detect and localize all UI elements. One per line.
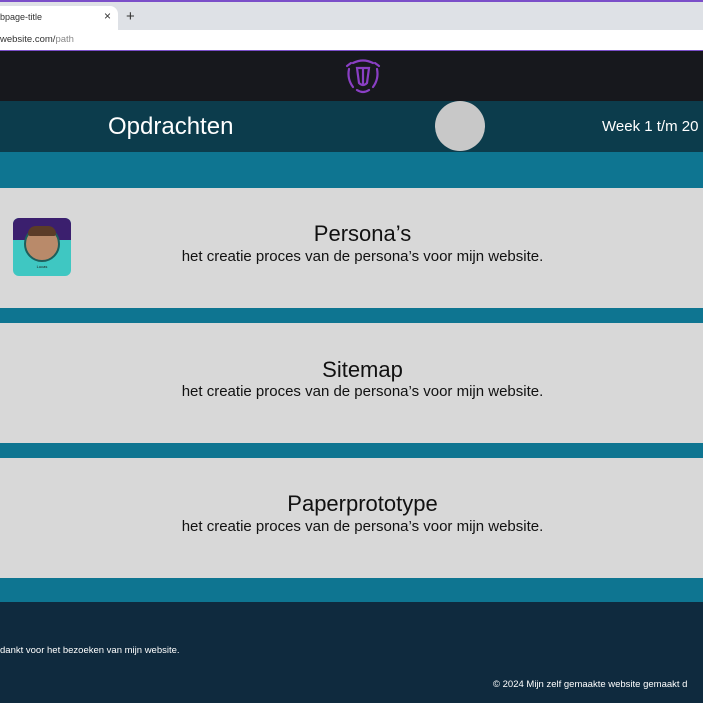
card-title: Sitemap	[322, 357, 403, 382]
card-title: Persona’s	[313, 221, 412, 246]
close-icon[interactable]: ×	[104, 9, 111, 23]
card-description: het creatie proces van de persona’s voor…	[181, 383, 544, 400]
card-title: Paperprototype	[287, 491, 438, 516]
footer-copyright: © 2024 Mijn zelf gemaakte website gemaak…	[493, 679, 688, 690]
footer-thanks-text: dankt voor het bezoeken van mijn website…	[0, 645, 180, 656]
url-text: website.com/path	[0, 34, 74, 45]
site-logo-icon[interactable]	[343, 57, 383, 95]
tab-title: bpage-title	[0, 12, 43, 22]
address-bar[interactable]: website.com/path	[0, 30, 703, 50]
url-path: path	[55, 34, 74, 45]
card-description: het creatie proces van de persona’s voor…	[181, 248, 544, 265]
avatar[interactable]	[435, 101, 485, 151]
new-tab-icon[interactable]: +	[126, 8, 135, 25]
page-title: Opdrachten	[108, 113, 234, 140]
logo-bar	[0, 51, 703, 101]
card-description: het creatie proces van de persona’s voor…	[181, 518, 544, 535]
url-host: website.com/	[0, 34, 56, 45]
browser-tab[interactable]: bpage-title ×	[0, 6, 118, 30]
browser-chrome: bpage-title × + website.com/path	[0, 0, 703, 53]
page-footer: dankt voor het bezoeken van mijn website…	[0, 602, 703, 703]
card-sitemap[interactable]: Sitemap het creatie proces van de person…	[0, 323, 703, 443]
card-paperprototype[interactable]: Paperprototype het creatie proces van de…	[0, 458, 703, 578]
card-personas[interactable]: Lucas Persona’s het creatie proces van d…	[0, 188, 703, 308]
page-header: Opdrachten Week 1 t/m 20	[0, 101, 703, 152]
assignments-section: Lucas Persona’s het creatie proces van d…	[0, 152, 703, 602]
week-label: Week 1 t/m 20	[602, 118, 699, 135]
